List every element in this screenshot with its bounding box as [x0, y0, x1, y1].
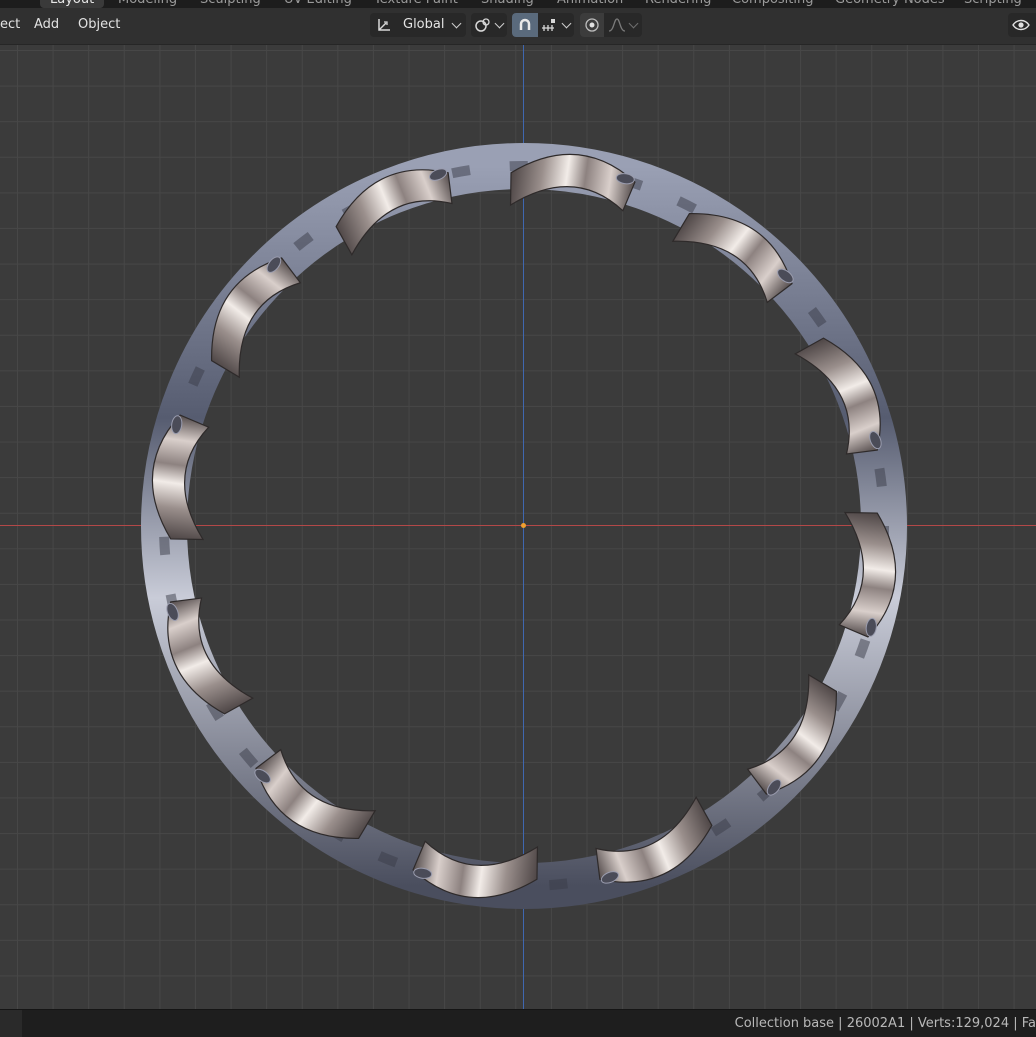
ring-object[interactable] [0, 45, 1036, 1009]
chevron-down-icon [451, 18, 462, 29]
chevron-down-icon [628, 18, 639, 29]
snap-increment-icon[interactable] [540, 17, 558, 33]
tab-layout[interactable]: Layout [40, 0, 105, 8]
tab-compositing[interactable]: Compositing [732, 0, 814, 8]
proportional-editing-toggle[interactable] [580, 13, 604, 37]
scene-statistics: Collection base | 26002A1 | Verts:129,02… [734, 1016, 1036, 1031]
tab-rendering[interactable]: Rendering [645, 0, 711, 8]
snapping-group [512, 13, 574, 37]
tab-uv-editing[interactable]: UV Editing [284, 0, 352, 8]
viewport-header: ect Add Object Global [0, 8, 1036, 45]
workspace-tab-bar: Layout Modeling Sculpting UV Editing Tex… [0, 0, 1036, 8]
tab-geometry-nodes[interactable]: Geometry Nodes [835, 0, 945, 8]
visibility-eye-icon [1012, 19, 1030, 31]
tab-sculpting[interactable]: Sculpting [200, 0, 261, 8]
falloff-curve-icon[interactable] [608, 17, 626, 33]
tab-animation[interactable]: Animation [557, 0, 623, 8]
snap-magnet-icon [519, 18, 531, 30]
transform-orientation-icon [378, 19, 390, 31]
chevron-down-icon [494, 18, 505, 29]
object-origin-point [521, 523, 526, 528]
3d-viewport[interactable] [0, 45, 1036, 1009]
viewport-visibility-dropdown[interactable] [1008, 13, 1036, 37]
proportional-editing-group [580, 13, 642, 37]
tab-texture-paint[interactable]: Texture Paint [374, 0, 458, 8]
chevron-down-icon [561, 18, 572, 29]
snap-toggle-button[interactable] [512, 13, 538, 37]
add-menu[interactable]: Add [34, 17, 59, 32]
object-menu[interactable]: Object [78, 17, 120, 32]
transform-orientation-dropdown[interactable]: Global [370, 13, 466, 37]
pivot-point-dropdown[interactable] [471, 13, 507, 37]
pivot-point-icon [475, 18, 490, 32]
tab-scripting[interactable]: Scripting [964, 0, 1022, 8]
tab-modeling[interactable]: Modeling [118, 0, 177, 8]
tab-shading[interactable]: Shading [481, 0, 534, 8]
transform-orientation-label: Global [403, 17, 445, 32]
proportional-editing-icon [585, 18, 599, 32]
object-mode-menu[interactable]: ect [0, 17, 20, 32]
status-bar-left-panel [0, 1010, 22, 1037]
status-bar: Collection base | 26002A1 | Verts:129,02… [0, 1009, 1036, 1037]
